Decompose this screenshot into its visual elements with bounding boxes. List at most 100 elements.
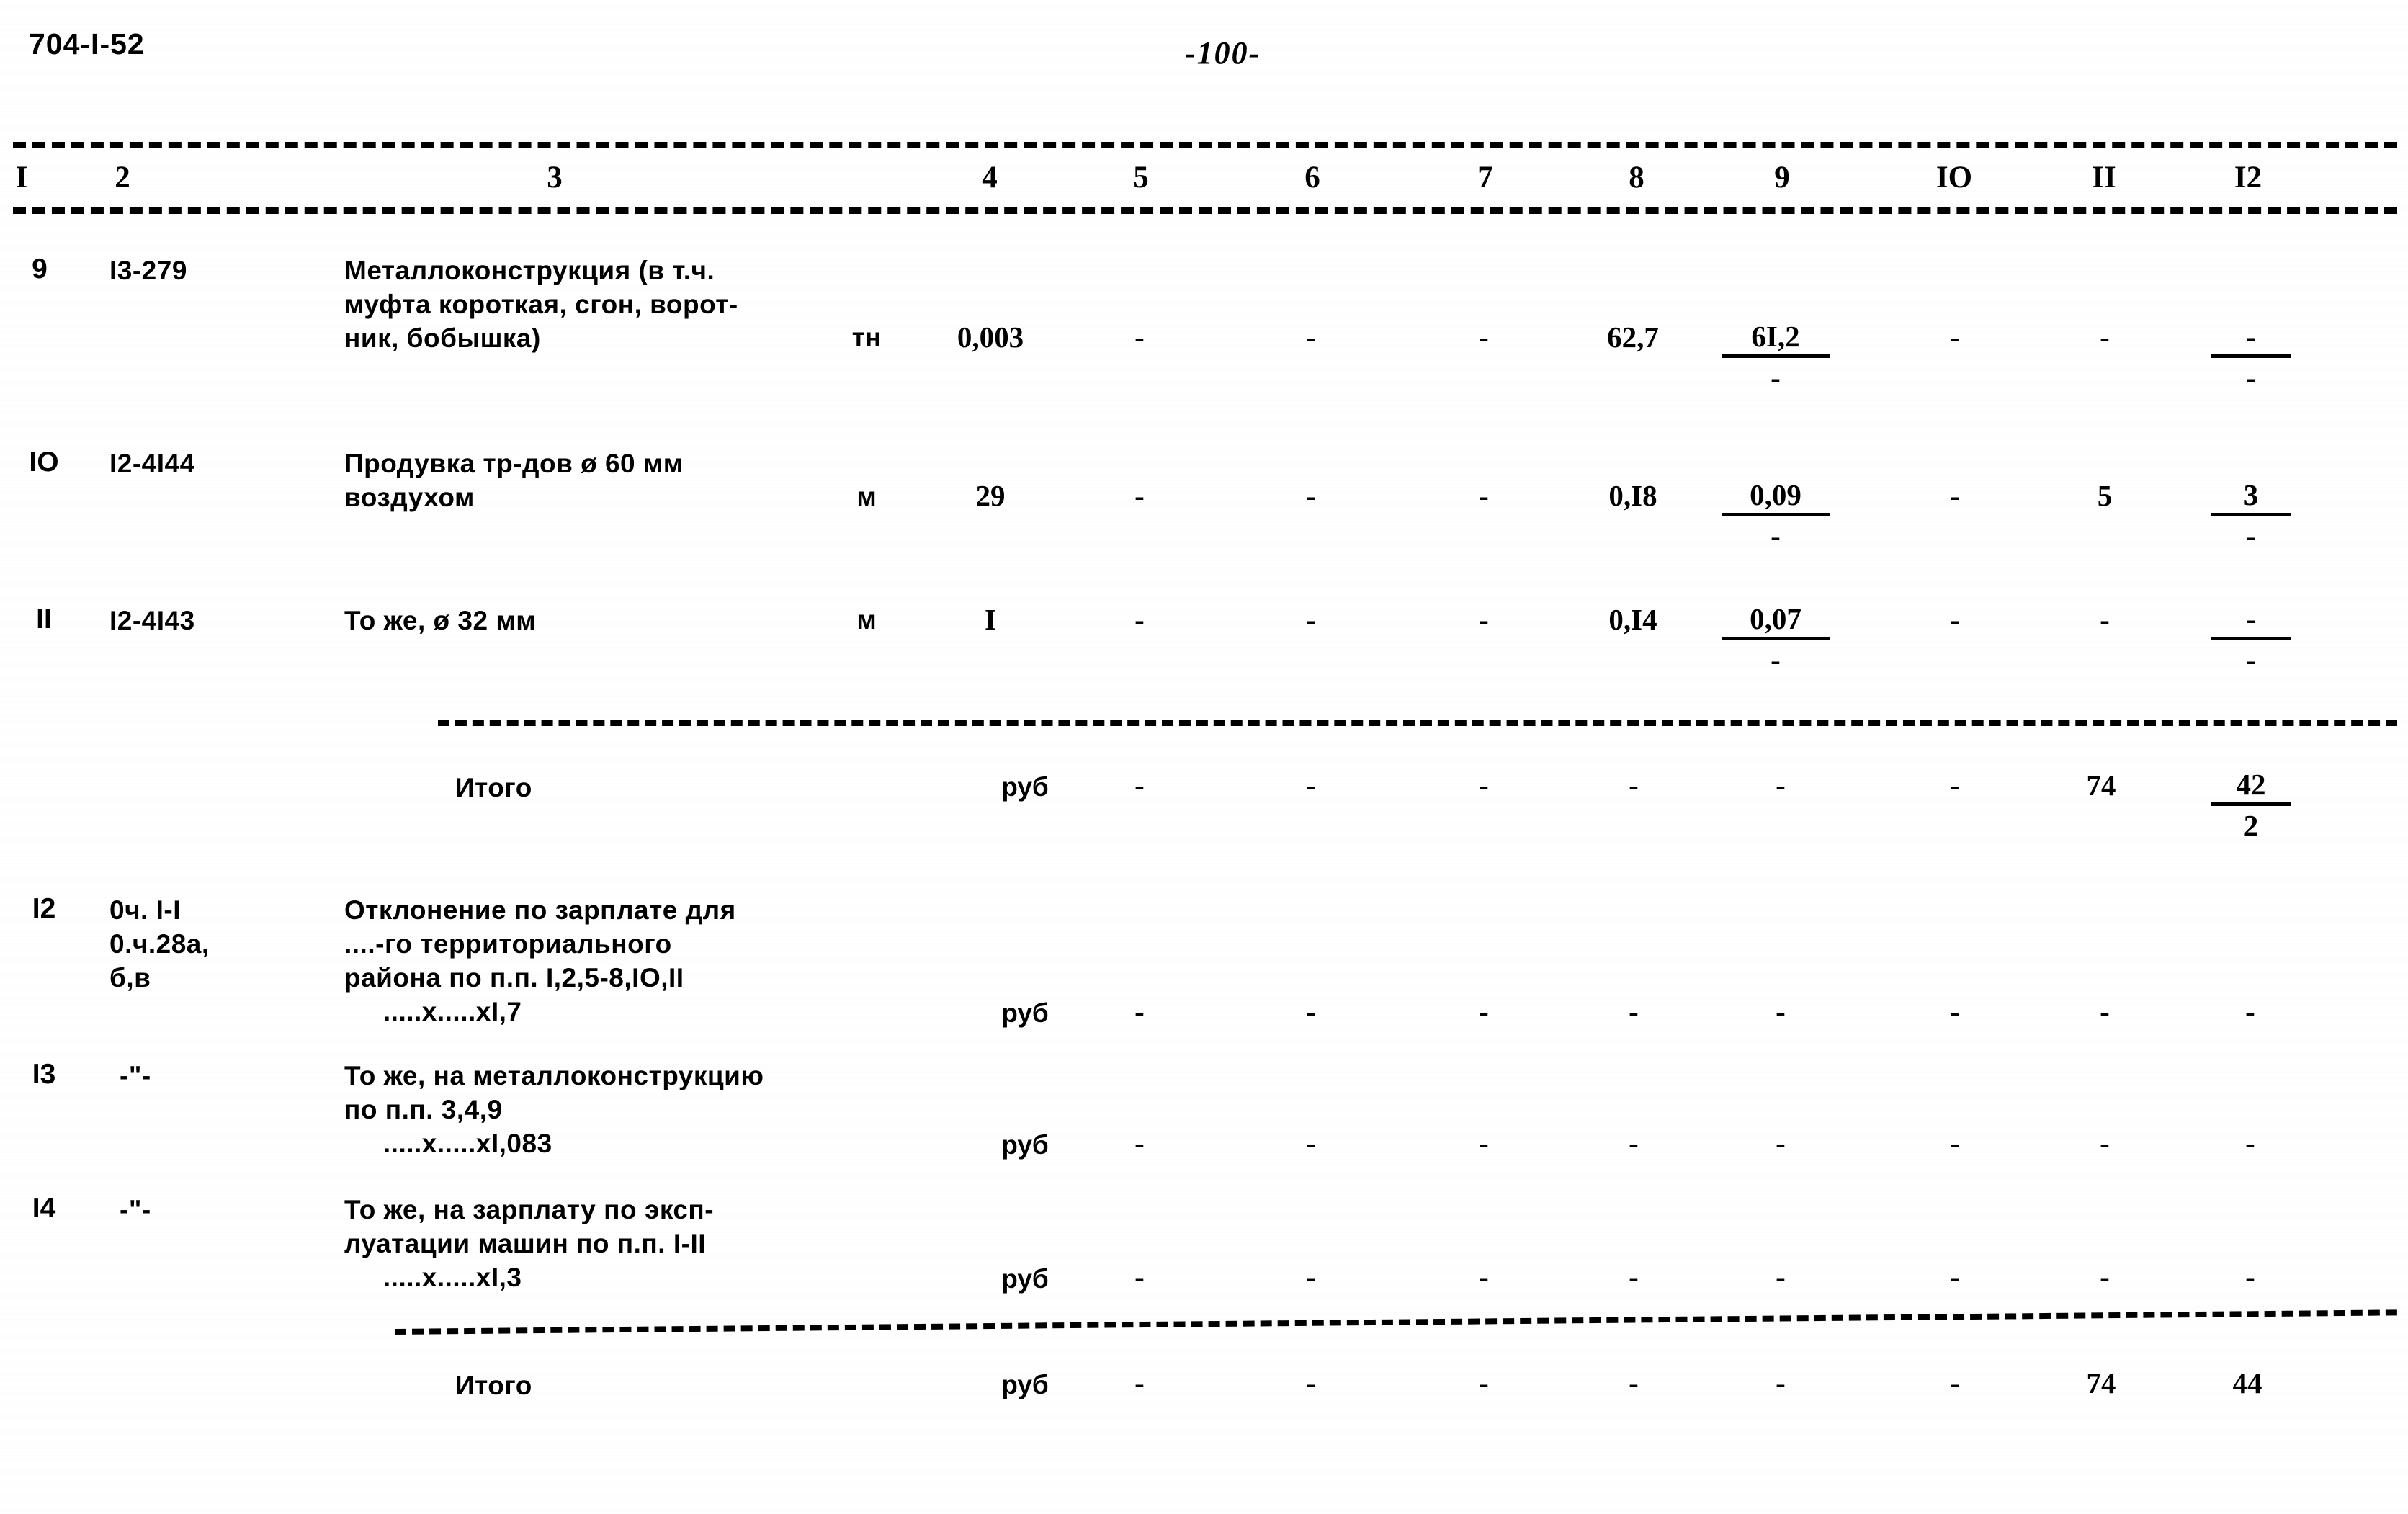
column-header-5: 5 [1133, 161, 1149, 194]
cell-c8: - [1629, 769, 1639, 802]
cell-c9-denominator: - [1771, 361, 1781, 394]
cell-c11: - [2100, 1260, 2110, 1294]
cell-c9: - [1776, 769, 1786, 802]
row-description-line: То же, ø 32 мм [344, 606, 537, 635]
cell-c11: - [2100, 1126, 2110, 1160]
cell-c12-fraction: 3 - [2211, 478, 2291, 552]
subtotal-unit: руб [1001, 772, 1049, 802]
cell-c12: 44 [2232, 1366, 2262, 1399]
cell-c10: - [1950, 769, 1960, 802]
row-number: IO [29, 447, 59, 478]
cell-c9: - [1776, 995, 1786, 1028]
cell-c8: - [1629, 1366, 1639, 1399]
row-code: I2-4I43 [109, 606, 195, 635]
row-unit: м [856, 482, 877, 511]
subtotal-unit: руб [1001, 1370, 1049, 1399]
row-unit: руб [1001, 998, 1049, 1028]
cell-c10: - [1950, 1260, 1960, 1294]
row-code-line: б,в [109, 963, 151, 993]
cell-c6: - [1306, 1366, 1316, 1399]
cell-c4: 0,003 [957, 321, 1024, 354]
cell-c12-denominator: 2 [2243, 809, 2259, 842]
cell-c12: - [2245, 995, 2255, 1028]
row-description-line: Металлоконструкция (в т.ч. [344, 256, 715, 285]
cell-c11: - [2100, 995, 2110, 1028]
row-code: I2-4I44 [109, 449, 195, 478]
row-description-line: по п.п. 3,4,9 [344, 1095, 503, 1124]
row-number: II [36, 604, 52, 635]
page-number: -100- [1185, 35, 1261, 71]
row-number: I2 [32, 893, 56, 924]
row-unit: тн [851, 323, 882, 352]
cell-c10: - [1950, 1366, 1960, 1399]
cell-c8: - [1629, 1126, 1639, 1160]
cell-c10: - [1950, 479, 1960, 512]
cell-c11: 74 [2086, 769, 2116, 802]
cell-c12-numerator: - [2211, 320, 2291, 358]
cell-c8: - [1629, 995, 1639, 1028]
column-header-3: 3 [547, 161, 563, 194]
cell-c8: 0,I8 [1608, 479, 1657, 512]
row-unit: руб [1001, 1264, 1049, 1294]
row-unit: руб [1001, 1130, 1049, 1160]
cell-c10: - [1950, 995, 1960, 1028]
row-description-line: ....-го территориального [344, 929, 672, 959]
row-description-line: района по п.п. I,2,5-8,IO,II [344, 963, 684, 993]
cell-c5: - [1134, 769, 1145, 802]
cell-c9-denominator: - [1771, 519, 1781, 552]
row-description-line: муфта короткая, сгон, ворот- [344, 290, 738, 319]
column-header-12: I2 [2234, 161, 2262, 194]
cell-c11: 74 [2086, 1366, 2116, 1399]
cell-c8: 0,I4 [1608, 603, 1657, 636]
subtotal-label: Итого [455, 773, 532, 802]
cell-c9-numerator: 0,07 [1722, 602, 1830, 640]
cell-c12-numerator: 3 [2211, 478, 2291, 516]
cell-c12-denominator: - [2246, 519, 2256, 552]
cell-c11: - [2100, 603, 2110, 636]
cell-c9: - [1776, 1126, 1786, 1160]
header-rule-bottom [13, 207, 2397, 214]
column-header-8: 8 [1629, 161, 1644, 194]
column-header-1: I [15, 161, 28, 194]
row-number: I3 [32, 1059, 56, 1090]
row-description-line: То же, на металлоконструкцию [344, 1061, 764, 1090]
document-code: 704-I-52 [29, 27, 145, 61]
cell-c9: - [1776, 1366, 1786, 1399]
column-header-2: 2 [115, 161, 130, 194]
row-code: I3-279 [109, 256, 187, 285]
scanned-page: 704-I-52 -100- I 2 3 4 5 6 7 8 9 IO II I… [0, 0, 2408, 1514]
cell-c12: - [2245, 1260, 2255, 1294]
cell-c11: 5 [2097, 479, 2113, 512]
column-header-6: 6 [1304, 161, 1320, 194]
row-number: I4 [32, 1193, 56, 1224]
row-description-line: То же, на зарплату по эксп- [344, 1195, 715, 1224]
cell-c8: 62,7 [1607, 321, 1659, 354]
cell-c9-numerator: 0,09 [1722, 478, 1830, 516]
header-rule-top [13, 142, 2397, 148]
cell-c6: - [1306, 321, 1316, 354]
cell-c12-denominator: - [2246, 361, 2256, 394]
cell-c11: - [2100, 321, 2110, 354]
cell-c5: - [1134, 603, 1145, 636]
row-description-line: Продувка тр-дов ø 60 мм [344, 449, 684, 478]
cell-c9-fraction: 0,07 - [1722, 602, 1830, 676]
cell-c5: - [1134, 321, 1145, 354]
row-code-line: -"- [120, 1195, 151, 1224]
row-number: 9 [32, 254, 48, 285]
cell-c12: - [2245, 1126, 2255, 1160]
cell-c4: 29 [975, 479, 1006, 512]
cell-c9-denominator: - [1771, 643, 1781, 676]
column-header-9: 9 [1774, 161, 1790, 194]
cell-c7: - [1479, 995, 1489, 1028]
cell-c6: - [1306, 995, 1316, 1028]
cell-c4: I [985, 603, 996, 636]
cell-c6: - [1306, 1260, 1316, 1294]
cell-c5: - [1134, 1126, 1145, 1160]
cell-c6: - [1306, 603, 1316, 636]
cell-c12-fraction: - - [2211, 320, 2291, 394]
cell-c7: - [1479, 1366, 1489, 1399]
row-unit: м [856, 605, 877, 635]
cell-c12-denominator: - [2246, 643, 2256, 676]
cell-c8: - [1629, 1260, 1639, 1294]
column-header-7: 7 [1477, 161, 1493, 194]
